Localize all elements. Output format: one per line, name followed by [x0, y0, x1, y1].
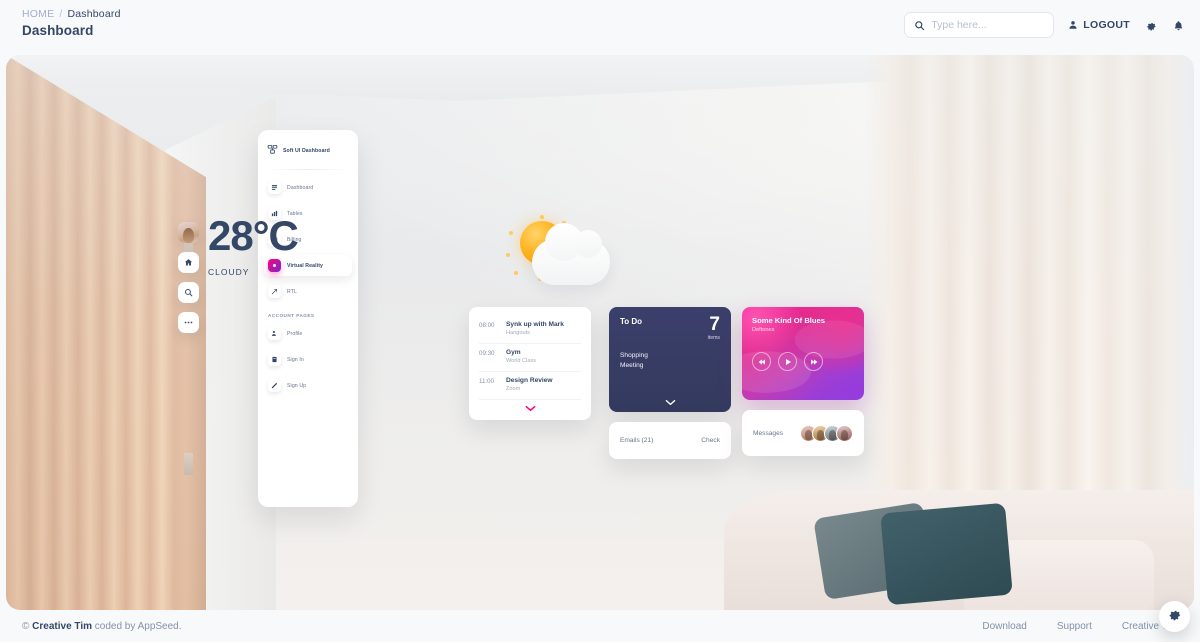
schedule-title: Design Review	[506, 377, 553, 384]
sidebar-label-sign-in: Sign In	[287, 356, 304, 363]
top-header: HOME / Dashboard Dashboard LOGOUT	[0, 0, 1200, 55]
vr-brand-label: Soft UI Dashboard	[283, 148, 330, 154]
sidebar-label-sign-up: Sign Up	[287, 382, 307, 389]
emails-check-button[interactable]: Check	[701, 437, 720, 444]
header-actions: LOGOUT	[904, 8, 1184, 38]
list-item[interactable]: Shopping	[620, 351, 720, 361]
avatar[interactable]	[178, 222, 199, 243]
sidebar-item-dashboard[interactable]: Dashboard	[264, 177, 352, 198]
sidebar-item-profile[interactable]: Profile	[264, 323, 352, 344]
todo-count-group: 7 items	[707, 314, 720, 342]
footer-brand[interactable]: Creative Tim	[32, 621, 92, 632]
next-icon[interactable]	[804, 352, 823, 371]
footer-copyright-prefix: ©	[22, 620, 33, 632]
music-title: Some Kind Of Blues	[752, 316, 825, 325]
soft-ui-logo-icon	[267, 142, 278, 160]
breadcrumb-separator: /	[59, 8, 63, 20]
schedule-title: Gym	[506, 349, 521, 356]
schedule-title: Synk up with Mark	[506, 321, 564, 328]
breadcrumb-current: Dashboard	[67, 8, 121, 20]
todo-title: To Do	[620, 317, 643, 326]
footer-links: Download Support Creative Tim	[982, 621, 1178, 632]
settings-fab-button[interactable]	[1159, 601, 1190, 632]
messages-avatar-group	[800, 424, 853, 442]
todo-count: 7	[709, 314, 720, 335]
weather-condition: CLOUDY	[208, 267, 250, 277]
chevron-down-icon[interactable]	[620, 399, 720, 406]
play-icon[interactable]	[778, 352, 797, 371]
todo-card: To Do 7 items Shopping Meeting	[609, 307, 731, 412]
vr-brand[interactable]: Soft UI Dashboard	[264, 139, 352, 160]
logout-button[interactable]: LOGOUT	[1068, 19, 1130, 31]
footer-copyright-suffix: coded by AppSeed.	[92, 620, 182, 632]
schedule-time: 08:00	[479, 322, 495, 329]
schedule-time: 09:30	[479, 350, 495, 357]
signup-icon	[268, 379, 281, 392]
emails-label: Emails (21)	[620, 437, 654, 444]
dashboard-icon	[268, 181, 281, 194]
avatar[interactable]	[836, 424, 853, 442]
previous-icon[interactable]	[752, 352, 771, 371]
vr-sidebar-menu: Soft UI Dashboard Dashboard Tables Billi…	[258, 130, 358, 507]
schedule-card: 08:00 Synk up with Mark Hangouts 09:30 G…	[469, 307, 591, 420]
todo-list: Shopping Meeting	[620, 351, 720, 371]
schedule-text: Synk up with Mark Hangouts	[506, 321, 564, 336]
weather-widget: 28°C CLOUDY	[208, 212, 299, 278]
vr-divider	[266, 169, 350, 170]
schedule-time: 11:00	[479, 378, 495, 385]
gear-icon	[1168, 607, 1182, 626]
profile-icon	[268, 327, 281, 340]
schedule-subtitle: Hangouts	[506, 330, 530, 336]
schedule-row[interactable]: 11:00 Design Review Zoom	[479, 372, 581, 400]
footer-link-support[interactable]: Support	[1057, 621, 1092, 632]
more-icon[interactable]	[178, 312, 199, 333]
cloud-shape	[532, 223, 610, 285]
sidebar-label-profile: Profile	[287, 330, 303, 337]
sidebar-item-rtl[interactable]: RTL	[264, 281, 352, 302]
user-icon	[1068, 20, 1078, 30]
sidebar-item-sign-up[interactable]: Sign Up	[264, 375, 352, 396]
schedule-text: Gym World Class	[506, 349, 536, 364]
page-footer: © Creative Tim coded by AppSeed. Downloa…	[0, 610, 1200, 642]
footer-link-download[interactable]: Download	[982, 621, 1026, 632]
music-artist: Deftones	[752, 327, 775, 333]
schedule-row[interactable]: 08:00 Synk up with Mark Hangouts	[479, 316, 581, 344]
weather-temperature: 28°C	[208, 212, 299, 259]
search-input[interactable]	[931, 19, 1045, 31]
messages-label: Messages	[753, 429, 784, 437]
messages-card: Messages	[742, 410, 864, 456]
breadcrumb-home[interactable]: HOME	[22, 8, 54, 20]
page-title: Dashboard	[22, 23, 94, 38]
rtl-icon	[268, 285, 281, 298]
breadcrumb: HOME / Dashboard Dashboard	[22, 8, 121, 38]
breadcrumb-line: HOME / Dashboard	[22, 8, 121, 20]
home-icon[interactable]	[178, 252, 199, 273]
schedule-row[interactable]: 09:30 Gym World Class	[479, 344, 581, 372]
sidebar-item-sign-in[interactable]: Sign In	[264, 349, 352, 370]
todo-header: To Do 7 items	[620, 314, 720, 342]
schedule-subtitle: World Class	[506, 358, 537, 364]
schedule-text: Design Review Zoom	[506, 377, 553, 392]
gear-icon[interactable]	[1146, 20, 1157, 31]
sidebar-section-account-pages: ACCOUNT PAGES	[268, 313, 315, 318]
emails-card: Emails (21) Check	[609, 422, 731, 459]
search-icon[interactable]	[178, 282, 199, 303]
logout-label: LOGOUT	[1083, 19, 1130, 31]
search-icon	[914, 20, 925, 31]
search-box[interactable]	[904, 12, 1055, 38]
signin-icon	[268, 353, 281, 366]
music-controls	[752, 352, 854, 371]
sun-behind-cloud-icon	[504, 215, 614, 295]
sidebar-label-rtl: RTL	[287, 288, 298, 295]
music-card: Some Kind Of Blues Deftones	[742, 307, 864, 400]
sidebar-label-dashboard: Dashboard	[287, 184, 314, 191]
bell-icon[interactable]	[1173, 20, 1184, 31]
footer-copyright: © Creative Tim coded by AppSeed.	[22, 621, 182, 632]
chevron-down-icon[interactable]	[479, 400, 581, 416]
todo-count-label: items	[707, 335, 720, 342]
schedule-subtitle: Zoom	[506, 386, 521, 392]
left-icon-rail	[178, 222, 199, 333]
vr-stage: Soft UI Dashboard Dashboard Tables Billi…	[6, 55, 1194, 610]
list-item[interactable]: Meeting	[620, 361, 720, 371]
